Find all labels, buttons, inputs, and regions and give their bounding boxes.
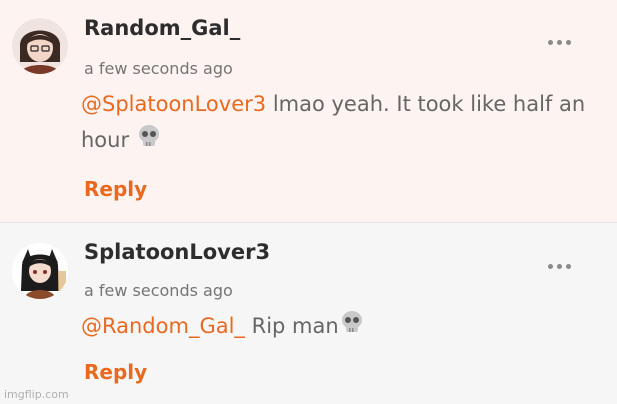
- watermark: imgflip.com: [4, 388, 69, 401]
- comment-body: Rip man: [251, 314, 339, 338]
- avatar-splatoonlover3[interactable]: [12, 243, 68, 299]
- username[interactable]: SplatoonLover3: [84, 240, 270, 264]
- timestamp: a few seconds ago: [84, 281, 233, 300]
- skull-emoji-icon: [339, 309, 365, 345]
- comment-splatoonlover3: SplatoonLover3 a few seconds ago @Random…: [0, 223, 617, 404]
- reply-button[interactable]: Reply: [84, 177, 147, 201]
- skull-emoji-icon: [136, 123, 162, 159]
- comment-text: @Random_Gal_ Rip man: [81, 308, 601, 345]
- reply-button[interactable]: Reply: [84, 360, 147, 384]
- comment-text: @SplatoonLover3 lmao yeah. It took like …: [81, 86, 601, 159]
- mention-link[interactable]: @Random_Gal_: [81, 314, 245, 338]
- username[interactable]: Random_Gal_: [84, 16, 240, 40]
- more-options-icon[interactable]: [548, 36, 578, 48]
- timestamp: a few seconds ago: [84, 59, 233, 78]
- more-options-icon[interactable]: [548, 260, 578, 272]
- comment-random-gal: Random_Gal_ a few seconds ago @SplatoonL…: [0, 0, 617, 223]
- mention-link[interactable]: @SplatoonLover3: [81, 92, 266, 116]
- avatar-random-gal[interactable]: [12, 18, 68, 74]
